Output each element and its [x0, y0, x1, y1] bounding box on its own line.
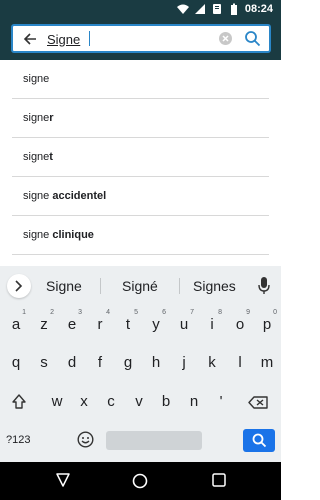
- key[interactable]: n: [181, 387, 207, 417]
- nav-back-icon[interactable]: [56, 473, 70, 487]
- search-icon: [252, 433, 267, 448]
- key[interactable]: ': [208, 387, 234, 417]
- shift-icon[interactable]: [12, 394, 26, 410]
- candidate-word[interactable]: Signé: [122, 278, 158, 294]
- key[interactable]: x: [71, 387, 97, 417]
- nav-recents-icon[interactable]: [212, 473, 226, 487]
- backspace-icon[interactable]: [248, 396, 268, 409]
- microphone-icon[interactable]: [258, 277, 270, 295]
- key[interactable]: j: [171, 348, 197, 378]
- suggestion-item[interactable]: signer: [12, 99, 269, 138]
- emoji-icon[interactable]: [77, 431, 94, 448]
- key[interactable]: 8i: [199, 309, 225, 340]
- key[interactable]: f: [87, 348, 113, 378]
- key[interactable]: 1a: [3, 309, 29, 340]
- status-time: 08:24: [244, 3, 273, 15]
- search-input[interactable]: [47, 30, 207, 48]
- keyboard-row-1: 1a 2z 3e 4r 5t 6y 7u 8i 9o 0p: [0, 309, 281, 340]
- keyboard-row-2: q s d f g h j k l m: [0, 348, 281, 378]
- keyboard-row-3: w x c v b n ': [0, 387, 281, 417]
- search-icon[interactable]: [244, 30, 261, 47]
- key[interactable]: h: [143, 348, 169, 378]
- suggestion-item[interactable]: signe: [12, 60, 269, 99]
- suggestion-item[interactable]: signe clinique: [12, 216, 269, 255]
- key[interactable]: 0p: [254, 309, 280, 340]
- battery-icon: [230, 3, 237, 15]
- arrow-left-icon[interactable]: [23, 32, 37, 46]
- key[interactable]: v: [126, 387, 152, 417]
- key[interactable]: s: [31, 348, 57, 378]
- key[interactable]: 5t: [115, 309, 141, 340]
- candidate-divider: [179, 278, 180, 294]
- keyboard: Signe Signé Signes 1a 2z 3e 4r 5t 6y 7u …: [0, 266, 281, 462]
- key[interactable]: 7u: [171, 309, 197, 340]
- key[interactable]: 2z: [31, 309, 57, 340]
- keyboard-row-4: ?123: [0, 426, 281, 456]
- key[interactable]: m: [254, 348, 280, 378]
- suggestion-item[interactable]: signet: [12, 138, 269, 177]
- key[interactable]: k: [199, 348, 225, 378]
- key[interactable]: 3e: [59, 309, 85, 340]
- space-key[interactable]: [106, 431, 202, 450]
- navigation-bar: [0, 462, 281, 500]
- chevron-right-icon: [15, 280, 23, 292]
- search-enter-key[interactable]: [243, 429, 275, 452]
- nav-home-icon[interactable]: [132, 473, 148, 489]
- status-bar: 08:24: [0, 0, 281, 18]
- key[interactable]: l: [227, 348, 253, 378]
- key[interactable]: 6y: [143, 309, 169, 340]
- signal-icon: [194, 4, 205, 14]
- key[interactable]: w: [44, 387, 70, 417]
- search-box[interactable]: [11, 24, 271, 53]
- key[interactable]: c: [98, 387, 124, 417]
- suggestion-list: signe signer signet signe accidentel sig…: [0, 60, 281, 255]
- key[interactable]: g: [115, 348, 141, 378]
- search-bar: [0, 18, 281, 60]
- suggestion-item[interactable]: signe accidentel: [12, 177, 269, 216]
- key[interactable]: b: [153, 387, 179, 417]
- clear-icon[interactable]: [218, 31, 233, 46]
- candidate-divider: [100, 278, 101, 294]
- key[interactable]: 4r: [87, 309, 113, 340]
- key[interactable]: 9o: [227, 309, 253, 340]
- wifi-icon: [176, 4, 189, 14]
- key[interactable]: q: [3, 348, 29, 378]
- candidate-word[interactable]: Signes: [193, 278, 236, 294]
- expand-toolbar-button[interactable]: [7, 274, 31, 298]
- candidate-word[interactable]: Signe: [46, 278, 82, 294]
- notification-icon: [212, 4, 221, 14]
- key[interactable]: d: [59, 348, 85, 378]
- symbols-key[interactable]: ?123: [6, 434, 30, 446]
- suggestion-strip: Signe Signé Signes: [0, 266, 281, 306]
- text-caret: [89, 31, 90, 46]
